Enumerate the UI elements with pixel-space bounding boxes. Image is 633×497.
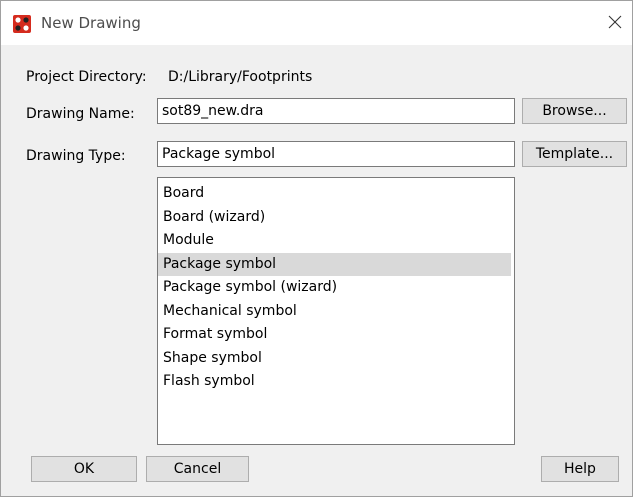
close-button[interactable] — [602, 9, 628, 35]
drawing-type-label: Drawing Type: — [26, 148, 126, 164]
cancel-button[interactable]: Cancel — [146, 456, 249, 482]
list-item-flash-symbol[interactable]: Flash symbol — [158, 370, 511, 394]
help-button[interactable]: Help — [541, 456, 619, 482]
list-item-package-symbol[interactable]: Package symbol — [158, 252, 511, 276]
project-directory-label: Project Directory: — [26, 69, 147, 85]
drawing-type-list[interactable]: Board Board (wizard) Module Package symb… — [157, 177, 515, 445]
list-item-package-symbol-wizard[interactable]: Package symbol (wizard) — [158, 276, 511, 300]
browse-button[interactable]: Browse... — [522, 98, 627, 124]
list-item-shape-symbol[interactable]: Shape symbol — [158, 347, 511, 371]
title-bar[interactable]: New Drawing — [1, 1, 632, 45]
template-button[interactable]: Template... — [522, 141, 627, 167]
list-item-module[interactable]: Module — [158, 229, 511, 253]
close-icon — [608, 15, 622, 29]
list-item-mechanical-symbol[interactable]: Mechanical symbol — [158, 300, 511, 324]
drawing-name-label: Drawing Name: — [26, 106, 135, 122]
new-drawing-dialog: New Drawing Project Directory: D:/Librar… — [0, 0, 633, 497]
list-item-board[interactable]: Board — [158, 182, 511, 206]
list-item-format-symbol[interactable]: Format symbol — [158, 323, 511, 347]
drawing-type-field[interactable]: Package symbol — [157, 141, 515, 167]
ok-button[interactable]: OK — [31, 456, 137, 482]
project-directory-value: D:/Library/Footprints — [168, 69, 313, 85]
list-item-board-wizard[interactable]: Board (wizard) — [158, 206, 511, 230]
window-title: New Drawing — [41, 14, 141, 32]
drawing-name-field[interactable]: sot89_new.dra — [157, 98, 515, 124]
app-icon — [13, 15, 31, 33]
